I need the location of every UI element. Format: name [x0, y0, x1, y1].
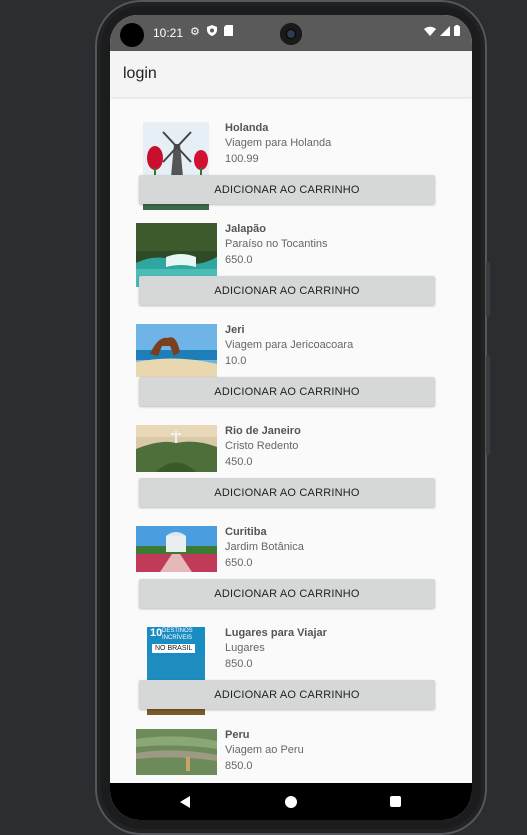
shield-icon [206, 25, 217, 39]
app-title: login [123, 65, 157, 82]
add-to-cart-button[interactable]: ADICIONAR AO CARRINHO [139, 377, 435, 406]
recent-apps-icon[interactable] [390, 796, 401, 807]
item-subtitle: Jardim Botânica [225, 541, 304, 553]
signal-icon [440, 25, 450, 39]
item-subtitle: Cristo Redento [225, 440, 299, 452]
status-bar: 10:21 ⚙ [110, 15, 472, 51]
item-subtitle: Lugares [225, 642, 265, 654]
item-name: Jalapão [225, 223, 266, 235]
item-name: Peru [225, 729, 250, 741]
item-price: 850.0 [225, 760, 253, 772]
punch-hole-camera-icon [280, 23, 302, 45]
list-item-jalapao: Jalapão Paraíso no Tocantins 650.0 ADICI… [110, 223, 472, 324]
wifi-icon [424, 25, 436, 39]
item-price: 650.0 [225, 557, 253, 569]
item-price: 100.99 [225, 153, 259, 165]
item-price: 450.0 [225, 456, 253, 468]
power-button [486, 355, 490, 455]
lugares-image-bottom-text: NO BRASIL [152, 644, 196, 653]
lugares-image-top-text: 10 [150, 627, 163, 639]
device-screen: 10:21 ⚙ login Holanda Viagem para Holand… [110, 15, 472, 820]
curitiba-image [136, 526, 217, 572]
add-to-cart-button[interactable]: ADICIONAR AO CARRINHO [139, 579, 435, 608]
gear-icon: ⚙ [190, 26, 200, 38]
item-name: Lugares para Viajar [225, 627, 327, 639]
app-bar: login [110, 51, 472, 97]
item-subtitle: Viagem para Holanda [225, 137, 332, 149]
item-subtitle: Viagem para Jericoacoara [225, 339, 354, 351]
add-to-cart-button[interactable]: ADICIONAR AO CARRINHO [139, 276, 435, 305]
item-price: 850.0 [225, 658, 253, 670]
front-camera-icon [120, 23, 144, 47]
item-name: Rio de Janeiro [225, 425, 301, 437]
jeri-image [136, 324, 217, 377]
navigation-bar [110, 783, 472, 820]
lugares-image-mid-text: DESTINOS INCRÍVEIS [162, 628, 193, 641]
item-name: Holanda [225, 122, 269, 134]
item-subtitle: Paraíso no Tocantins [225, 238, 328, 250]
item-price: 650.0 [225, 254, 253, 266]
list-item-holanda: Holanda Viagem para Holanda 100.99 ADICI… [110, 122, 472, 223]
list-item-peru: Peru Viagem ao Peru 850.0 [110, 729, 472, 787]
sd-card-icon [223, 25, 233, 39]
status-time: 10:21 [153, 26, 184, 40]
item-name: Curitiba [225, 526, 267, 538]
list-item-lugares-para-viajar: 10 DESTINOS INCRÍVEIS NO BRASIL Lugares … [110, 627, 472, 728]
add-to-cart-button[interactable]: ADICIONAR AO CARRINHO [139, 680, 435, 709]
notification-icons: ⚙ [190, 25, 233, 39]
home-icon[interactable] [285, 796, 297, 808]
add-to-cart-button[interactable]: ADICIONAR AO CARRINHO [139, 175, 435, 204]
item-price: 10.0 [225, 355, 247, 367]
list-item-jeri: Jeri Viagem para Jericoacoara 10.0 ADICI… [110, 324, 472, 425]
item-name: Jeri [225, 324, 245, 336]
rio-de-janeiro-image [136, 425, 217, 472]
trip-list[interactable]: Holanda Viagem para Holanda 100.99 ADICI… [110, 97, 472, 787]
add-to-cart-button[interactable]: ADICIONAR AO CARRINHO [139, 478, 435, 507]
battery-icon [454, 25, 460, 39]
back-icon[interactable] [180, 796, 190, 808]
item-subtitle: Viagem ao Peru [225, 744, 304, 756]
volume-button [486, 262, 490, 317]
system-status-icons [424, 25, 460, 39]
list-item-curitiba: Curitiba Jardim Botânica 650.0 ADICIONAR… [110, 526, 472, 627]
list-item-rio-de-janeiro: Rio de Janeiro Cristo Redento 450.0 ADIC… [110, 425, 472, 526]
peru-image [136, 729, 217, 775]
